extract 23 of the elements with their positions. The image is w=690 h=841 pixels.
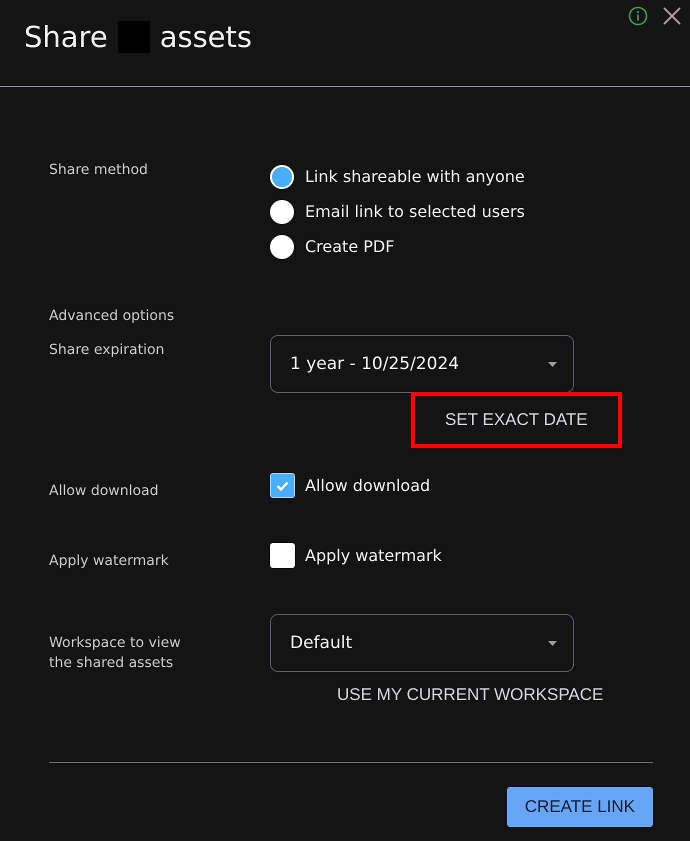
set-date-button[interactable]: SET EXACT DATE bbox=[411, 392, 622, 448]
expiration-dropdown[interactable]: 1 year - 10/25/2024 bbox=[270, 335, 574, 393]
radio-option[interactable]: Link shareable with anyone bbox=[270, 163, 653, 191]
create-link-button[interactable]: CREATE LINK bbox=[506, 787, 653, 827]
info-icon[interactable] bbox=[628, 6, 648, 26]
radio-option[interactable]: Create PDF bbox=[270, 233, 653, 261]
check-icon bbox=[276, 480, 289, 490]
field-label: Share expiration bbox=[49, 341, 166, 360]
dropdown-caret-icon bbox=[548, 640, 557, 646]
field-label: Share method bbox=[49, 161, 149, 180]
dropdown-caret-icon bbox=[548, 362, 557, 366]
field-label: Apply watermark bbox=[49, 552, 170, 571]
field-label: Allow download bbox=[49, 482, 160, 501]
section-label: Advanced options bbox=[49, 308, 174, 324]
dialog-title: Share bbox=[24, 20, 108, 54]
field-label: Workspace to view the shared assets bbox=[49, 634, 182, 673]
use-workspace-button[interactable]: USE MY CURRENT WORKSPACE bbox=[310, 678, 630, 712]
workspace-dropdown[interactable]: Default bbox=[270, 614, 574, 672]
dialog-title: assets bbox=[160, 20, 252, 54]
radio-option[interactable]: Email link to selected users bbox=[270, 198, 653, 226]
checkbox[interactable]: Allow download bbox=[270, 473, 653, 498]
close-icon[interactable] bbox=[662, 6, 682, 26]
checkbox[interactable]: Apply watermark bbox=[270, 543, 653, 568]
